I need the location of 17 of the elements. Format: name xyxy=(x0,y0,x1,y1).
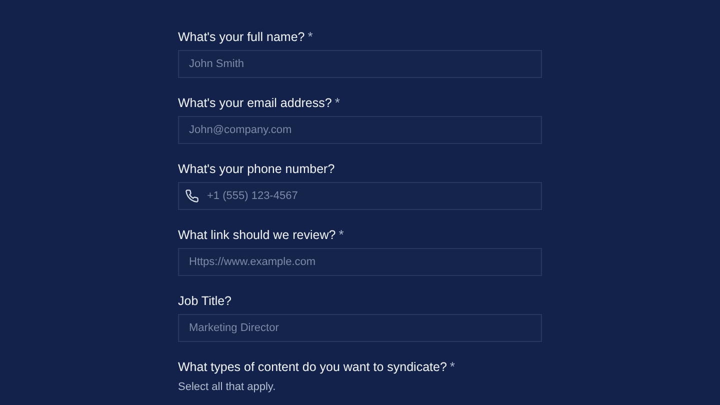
phone-field[interactable]: +1 (555) 123-4567 xyxy=(178,182,542,210)
field-label: What types of content do you want to syndicate? xyxy=(178,360,447,375)
field-label: What's your phone number? xyxy=(178,162,335,177)
required-mark: * xyxy=(308,30,313,44)
phone-icon xyxy=(185,189,199,203)
input-field[interactable]: Marketing Director xyxy=(178,314,542,342)
field-label: Job Title? xyxy=(178,294,232,309)
input-field[interactable]: Https://www.example.com xyxy=(178,248,542,276)
field-label: What's your email address? xyxy=(178,96,332,111)
field-label: What's your full name? xyxy=(178,30,305,45)
input-field[interactable]: John@company.com xyxy=(178,116,542,144)
hint-text: Select all that apply. xyxy=(178,380,277,394)
required-mark: * xyxy=(334,96,340,110)
required-mark: * xyxy=(450,360,455,374)
field-label: What link should we review? xyxy=(178,228,336,243)
input-field[interactable]: John Smith xyxy=(178,50,542,78)
required-mark: * xyxy=(338,228,344,242)
